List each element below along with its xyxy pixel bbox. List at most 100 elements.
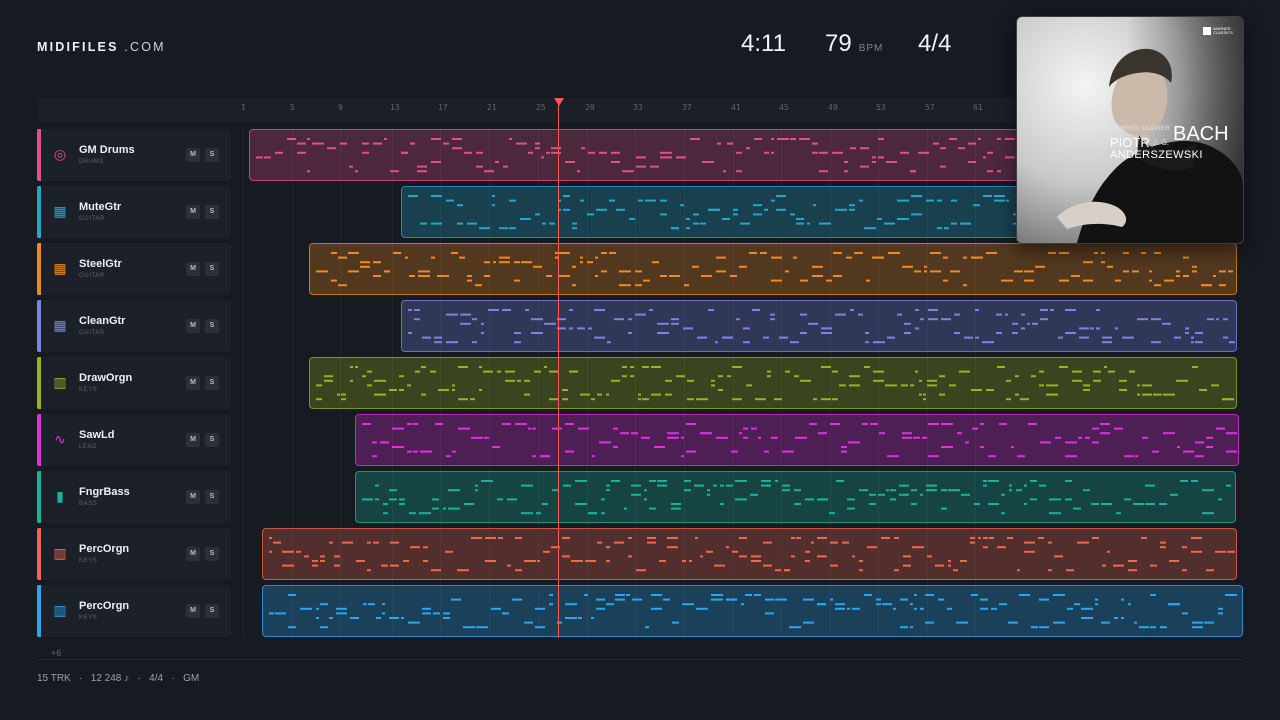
track-header[interactable]: ▮ FngrBass BASS M S bbox=[37, 471, 231, 523]
ruler-tick: 37 bbox=[682, 103, 692, 112]
keys-icon: ▥ bbox=[53, 545, 67, 561]
track-name: SawLd bbox=[79, 429, 115, 441]
mute-button[interactable]: M bbox=[186, 319, 200, 333]
separator: · bbox=[171, 673, 175, 684]
mute-button[interactable]: M bbox=[186, 490, 200, 504]
mute-button[interactable]: M bbox=[186, 205, 200, 219]
more-tracks-indicator[interactable]: +6 bbox=[51, 648, 61, 658]
ruler-tick: 9 bbox=[338, 103, 343, 112]
solo-button[interactable]: S bbox=[205, 148, 219, 162]
mute-button[interactable]: M bbox=[186, 433, 200, 447]
note-pattern bbox=[269, 594, 1237, 629]
track-category: LEAD bbox=[79, 444, 98, 450]
solo-button[interactable]: S bbox=[205, 604, 219, 618]
ruler-tick: 5 bbox=[290, 103, 295, 112]
note-pattern bbox=[269, 537, 1235, 572]
track-header[interactable]: ▦ MuteGtr GUITAR M S bbox=[37, 186, 231, 238]
solo-button[interactable]: S bbox=[205, 547, 219, 561]
brand-suffix: .COM bbox=[124, 40, 166, 54]
mute-button[interactable]: M bbox=[186, 604, 200, 618]
track-category: GUITAR bbox=[79, 273, 105, 279]
track-name: CleanGtr bbox=[79, 315, 126, 327]
solo-button[interactable]: S bbox=[205, 319, 219, 333]
solo-button[interactable]: S bbox=[205, 205, 219, 219]
album-subtitle: WELL-TEMPERED CLAVIER bbox=[1083, 126, 1170, 132]
ruler-tick: 1 bbox=[241, 103, 246, 112]
track-name: MuteGtr bbox=[79, 201, 122, 213]
track-color-bar bbox=[37, 129, 41, 181]
track-header[interactable]: ▥ PercOrgn KEYS M S bbox=[37, 528, 231, 580]
track-clip[interactable] bbox=[262, 585, 1243, 637]
track-color-bar bbox=[37, 300, 41, 352]
keys-icon: ▥ bbox=[53, 374, 67, 390]
ruler-tick: 53 bbox=[876, 103, 886, 112]
grid-line bbox=[243, 124, 244, 638]
playhead[interactable] bbox=[558, 104, 559, 638]
solo-button[interactable]: S bbox=[205, 490, 219, 504]
note-pattern bbox=[362, 423, 1237, 458]
footer-time-signature: 4/4 bbox=[149, 673, 164, 684]
album-cover: WARNER CLASSICS WELL-TEMPERED CLAVIER PI… bbox=[1016, 16, 1244, 244]
footer-summary: 15 TRK · 12 248 ♪ · 4/4 · GM bbox=[37, 673, 199, 684]
track-header[interactable]: ▥ PercOrgn KEYS M S bbox=[37, 585, 231, 637]
tempo-display: 79 BPM bbox=[825, 30, 883, 58]
track-name: GM Drums bbox=[79, 144, 135, 156]
mute-button[interactable]: M bbox=[186, 376, 200, 390]
ruler-tick: 49 bbox=[828, 103, 838, 112]
track-clip[interactable] bbox=[262, 528, 1237, 580]
note-pattern bbox=[408, 309, 1235, 344]
track-clip[interactable] bbox=[355, 414, 1239, 466]
ruler-tick: 61 bbox=[973, 103, 983, 112]
bpm-value: 79 bbox=[825, 30, 852, 57]
brand-name: MIDIFILES bbox=[37, 40, 119, 54]
track-clip[interactable] bbox=[401, 300, 1237, 352]
track-category: KEYS bbox=[79, 387, 98, 393]
mute-button[interactable]: M bbox=[186, 148, 200, 162]
album-composer: BACH bbox=[1173, 123, 1229, 145]
note-pattern bbox=[362, 480, 1231, 515]
track-name: PercOrgn bbox=[79, 600, 130, 612]
track-category: KEYS bbox=[79, 558, 98, 564]
track-name: PercOrgn bbox=[79, 543, 130, 555]
separator: · bbox=[79, 673, 83, 684]
record-label: WARNER CLASSICS bbox=[1213, 26, 1233, 35]
track-category: DRUMS bbox=[79, 159, 104, 165]
track-name: DrawOrgn bbox=[79, 372, 133, 384]
track-name: FngrBass bbox=[79, 486, 130, 498]
track-clip[interactable] bbox=[355, 471, 1236, 523]
track-clip[interactable] bbox=[309, 243, 1237, 295]
label-logo bbox=[1203, 27, 1211, 35]
bass-icon: ▮ bbox=[56, 488, 64, 504]
separator: · bbox=[137, 673, 141, 684]
track-category: GUITAR bbox=[79, 330, 105, 336]
note-count: 12 248 ♪ bbox=[90, 673, 130, 684]
mute-button[interactable]: M bbox=[186, 547, 200, 561]
playhead-handle[interactable] bbox=[554, 98, 564, 106]
track-header[interactable]: ∿ SawLd LEAD M S bbox=[37, 414, 231, 466]
ruler-tick: 45 bbox=[779, 103, 789, 112]
track-color-bar bbox=[37, 357, 41, 409]
note-pattern bbox=[316, 252, 1233, 287]
bpm-unit: BPM bbox=[858, 43, 884, 54]
guitar-icon: ▦ bbox=[53, 203, 67, 219]
solo-button[interactable]: S bbox=[205, 376, 219, 390]
ruler-tick: 29 bbox=[585, 103, 595, 112]
note-pattern bbox=[316, 366, 1234, 401]
track-color-bar bbox=[37, 414, 41, 466]
track-color-bar bbox=[37, 585, 41, 637]
guitar-icon: ▦ bbox=[53, 260, 67, 276]
track-clip[interactable] bbox=[309, 357, 1237, 409]
track-category: BASS bbox=[79, 501, 98, 507]
mute-button[interactable]: M bbox=[186, 262, 200, 276]
solo-button[interactable]: S bbox=[205, 262, 219, 276]
track-header[interactable]: ◎ GM Drums DRUMS M S bbox=[37, 129, 231, 181]
ruler-tick: 41 bbox=[731, 103, 741, 112]
synth-wave-icon: ∿ bbox=[54, 431, 66, 447]
track-header[interactable]: ▦ SteelGtr GUITAR M S bbox=[37, 243, 231, 295]
album-artist-first: PIOTR bbox=[1110, 135, 1150, 150]
track-header[interactable]: ▦ CleanGtr GUITAR M S bbox=[37, 300, 231, 352]
track-count: 15 TRK bbox=[37, 673, 71, 684]
solo-button[interactable]: S bbox=[205, 433, 219, 447]
guitar-icon: ▦ bbox=[53, 317, 67, 333]
track-header[interactable]: ▥ DrawOrgn KEYS M S bbox=[37, 357, 231, 409]
